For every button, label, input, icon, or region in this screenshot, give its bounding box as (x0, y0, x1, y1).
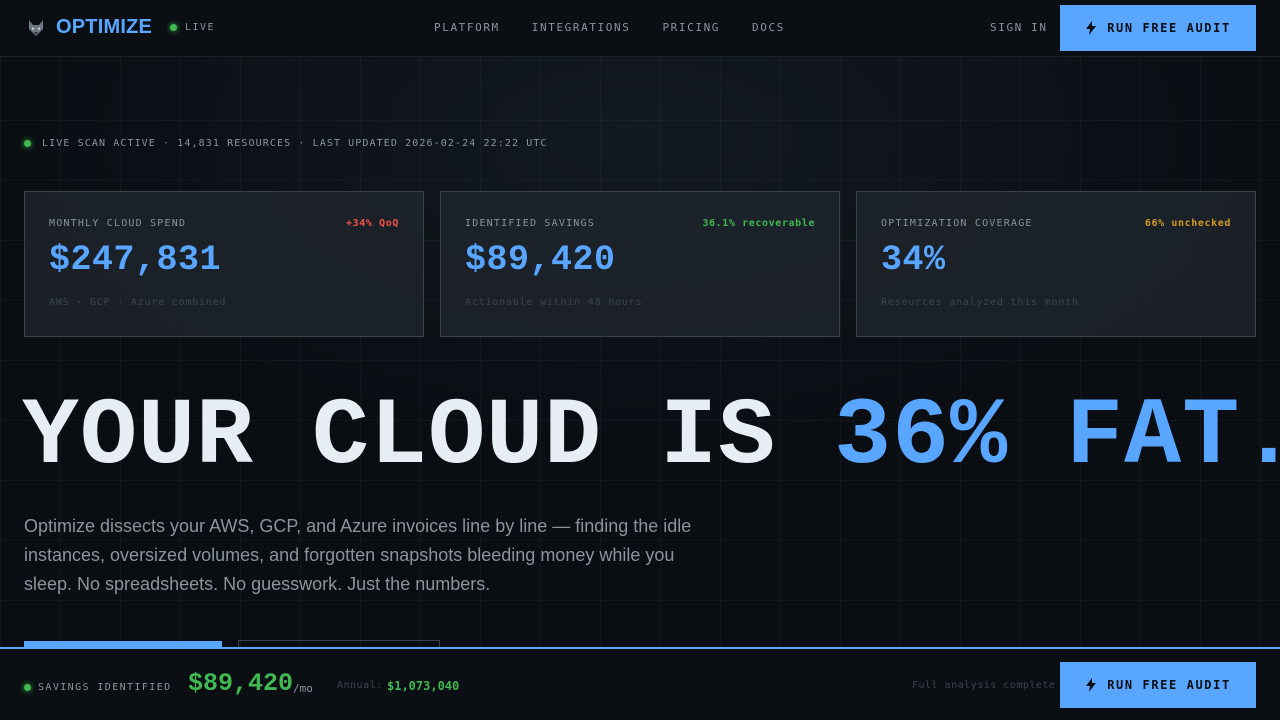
savings-label: SAVINGS IDENTIFIED (38, 682, 172, 693)
metric-label: MONTHLY CLOUD SPEND (49, 218, 187, 229)
live-indicator: LIVE (170, 22, 215, 33)
savings-amount: $89,420 (188, 669, 294, 698)
run-free-audit-label: RUN FREE AUDIT (1107, 21, 1231, 35)
metric-badge: 66% unchecked (1144, 218, 1231, 229)
status-dot-icon (24, 140, 31, 147)
metric-subtext: Actionable within 48 hours (465, 297, 643, 308)
scan-status-text: LIVE SCAN ACTIVE · 14,831 RESOURCES · LA… (42, 138, 548, 149)
metric-value: 34% (881, 240, 946, 280)
nav-link-integrations[interactable]: INTEGRATIONS (532, 21, 631, 34)
live-label: LIVE (185, 22, 216, 33)
scan-status: LIVE SCAN ACTIVE · 14,831 RESOURCES · LA… (24, 138, 548, 149)
sign-in-link[interactable]: SIGN IN (990, 21, 1048, 34)
run-free-audit-button[interactable]: RUN FREE AUDIT (1060, 5, 1256, 51)
metric-subtext: Resources analyzed this month (881, 297, 1079, 308)
hero-description: Optimize dissects your AWS, GCP, and Azu… (24, 516, 692, 594)
hero-headline: YOUR CLOUD IS 36% FAT. (22, 382, 1280, 492)
nav-link-docs[interactable]: DOCS (752, 21, 785, 34)
status-dot-icon (24, 684, 31, 691)
metric-value: $247,831 (49, 240, 222, 280)
annual-label: Annual: (337, 680, 383, 691)
status-dot-icon (170, 24, 177, 31)
sticky-savings-bar: SAVINGS IDENTIFIED $89,420 /mo Annual: $… (0, 647, 1280, 720)
metric-card-identified-savings: IDENTIFIED SAVINGS 36.1% recoverable $89… (440, 191, 840, 337)
metric-card-monthly-spend: MONTHLY CLOUD SPEND +34% QoQ $247,831 AW… (24, 191, 424, 337)
metric-label: OPTIMIZATION COVERAGE (881, 218, 1033, 229)
metric-label: IDENTIFIED SAVINGS (465, 218, 595, 229)
annual-value: $1,073,040 (387, 679, 460, 693)
brand[interactable]: OPTIMIZE (26, 16, 152, 39)
lightning-bolt-icon (1086, 678, 1097, 692)
top-navbar: OPTIMIZE LIVE PLATFORM INTEGRATIONS PRIC… (0, 0, 1280, 57)
hero-headline-accent: 36% FAT. (834, 383, 1280, 491)
savings-indicator: SAVINGS IDENTIFIED (24, 682, 172, 693)
hero-headline-main: YOUR CLOUD IS (22, 383, 835, 491)
lightning-bolt-icon (1086, 21, 1097, 35)
metric-card-optimization-coverage: OPTIMIZATION COVERAGE 66% unchecked 34% … (856, 191, 1256, 337)
nav-link-pricing[interactable]: PRICING (662, 21, 720, 34)
run-free-audit-label: RUN FREE AUDIT (1107, 678, 1231, 692)
run-free-audit-button-footer[interactable]: RUN FREE AUDIT (1060, 662, 1256, 708)
metric-badge: 36.1% recoverable (702, 218, 815, 229)
metric-value: $89,420 (465, 240, 616, 280)
nav-links: PLATFORM INTEGRATIONS PRICING DOCS (434, 21, 817, 34)
metric-badge: +34% QoQ (346, 218, 399, 229)
savings-period: /mo (293, 682, 313, 695)
nav-link-platform[interactable]: PLATFORM (434, 21, 500, 34)
metric-subtext: AWS · GCP · Azure combined (49, 297, 227, 308)
wolf-logo-icon (29, 19, 43, 36)
analysis-status: Full analysis complete (912, 680, 1056, 691)
brand-name: OPTIMIZE (56, 16, 153, 38)
